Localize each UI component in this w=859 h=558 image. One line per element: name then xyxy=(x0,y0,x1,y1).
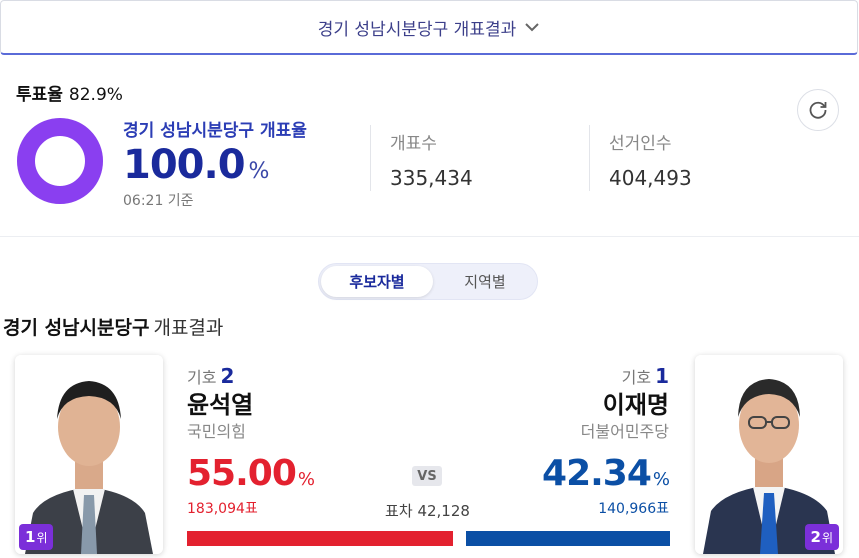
region-selector[interactable]: 경기 성남시분당구 개표결과 xyxy=(0,0,858,55)
vs-badge: VS xyxy=(412,466,442,486)
turnout-label: 투표율 82.9% xyxy=(16,80,123,105)
candidate-photo-right: 2위 xyxy=(695,355,843,554)
diff-label: 표차 xyxy=(385,502,413,520)
electors-value: 404,493 xyxy=(609,166,692,190)
count-rate-number: 100.0 xyxy=(123,142,246,188)
rank-number: 2 xyxy=(810,528,821,546)
rank-number: 1 xyxy=(25,528,36,546)
section-title-rest: 개표결과 xyxy=(153,317,224,339)
candidate-party-right: 더불어민주당 xyxy=(580,422,669,441)
rank-suffix: 위 xyxy=(821,530,833,545)
candidate-name-left: 윤석열 xyxy=(187,391,254,419)
count-progress-ring xyxy=(17,118,103,204)
section-title-region: 경기 성남시분당구 xyxy=(3,317,150,339)
diff-value: 42,128 xyxy=(417,502,470,520)
rank-badge-left: 1위 xyxy=(19,524,54,550)
candidate-rate-right: 42.34% xyxy=(542,453,670,494)
candidate-votes-right: 140,966표 xyxy=(598,501,669,517)
rate-value: 55.00 xyxy=(187,453,297,494)
tab-by-candidate[interactable]: 후보자별 xyxy=(321,266,433,297)
section-divider xyxy=(0,236,859,237)
count-progress-donut xyxy=(17,118,103,204)
turnout-title: 투표율 xyxy=(16,85,63,105)
rate-value: 42.34 xyxy=(542,453,652,494)
candidate-rate-left: 55.00% xyxy=(187,453,315,494)
candidate-party-left: 국민의힘 xyxy=(187,422,246,441)
electors-label: 선거인수 xyxy=(609,134,672,154)
chevron-down-icon xyxy=(524,19,540,35)
candidate-votes-left: 183,094표 xyxy=(187,501,258,517)
region-title: 경기 성남시분당구 개표결과 xyxy=(317,19,517,40)
vote-bar-left xyxy=(187,531,453,546)
divider xyxy=(589,125,590,191)
rank-suffix: 위 xyxy=(36,530,48,545)
divider xyxy=(370,125,371,191)
refresh-icon xyxy=(809,101,827,119)
rate-unit: % xyxy=(652,469,670,490)
count-rate-title: 경기 성남시분당구 개표율 xyxy=(123,121,307,141)
count-rate-unit: % xyxy=(248,159,270,184)
view-toggle: 후보자별 지역별 xyxy=(318,263,538,300)
rank-badge-right: 2위 xyxy=(804,524,839,550)
vote-difference: 표차 42,128 xyxy=(360,500,495,521)
rate-unit: % xyxy=(297,469,315,490)
tab-by-region[interactable]: 지역별 xyxy=(433,266,537,297)
candidate-name-right: 이재명 xyxy=(602,391,669,419)
counted-value: 335,434 xyxy=(390,166,473,190)
counted-label: 개표수 xyxy=(390,134,437,154)
count-rate-value: 100.0% xyxy=(123,142,270,188)
section-title: 경기 성남시분당구 개표결과 xyxy=(3,313,223,340)
refresh-button[interactable] xyxy=(797,89,839,131)
turnout-value: 82.9% xyxy=(68,85,123,105)
candidate-photo-left: 1위 xyxy=(15,355,163,554)
vote-bar-right xyxy=(466,531,670,546)
count-timestamp: 06:21 기준 xyxy=(123,193,194,209)
